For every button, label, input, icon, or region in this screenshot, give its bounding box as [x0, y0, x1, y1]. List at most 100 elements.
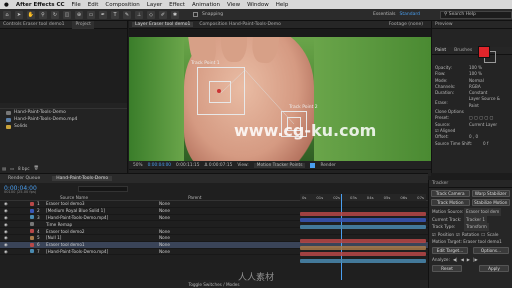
menu-effect[interactable]: Effect	[169, 2, 185, 8]
layer-visibility-icon[interactable]: ◉	[4, 229, 8, 234]
rotation-checkbox[interactable]: ☑	[456, 231, 460, 239]
warp-stabilizer-button[interactable]: Warp Stabilizer	[471, 190, 510, 197]
layer-parent-dropdown[interactable]: None	[159, 235, 199, 240]
new-folder-icon[interactable]: ▭	[10, 166, 14, 171]
tab-preview[interactable]: Preview	[435, 22, 453, 27]
analyze-backward-icon[interactable]: ◀	[461, 257, 464, 262]
layer-visibility-icon[interactable]: ◉	[4, 235, 8, 240]
tab-timeline-comp[interactable]: Hand-Paint-Tools-Demo	[52, 176, 113, 181]
out-point-timecode[interactable]: 0:00:11:15	[176, 163, 199, 168]
rotate-tool-icon[interactable]: ↻	[51, 10, 59, 19]
layer-parent-dropdown[interactable]: None	[159, 249, 199, 254]
trash-icon[interactable]: 🗑	[34, 165, 39, 171]
layer-visibility-icon[interactable]: ◉	[4, 249, 8, 254]
tab-render-queue[interactable]: Render Queue	[8, 176, 40, 181]
menu-window[interactable]: Window	[247, 2, 269, 8]
layer-duration-bar[interactable]	[300, 238, 426, 243]
app-menu[interactable]: After Effects CC	[16, 2, 65, 8]
layer-duration-bar[interactable]	[300, 218, 426, 223]
project-item[interactable]: Hand-Paint-Tools-Demo	[0, 109, 127, 116]
menu-file[interactable]: File	[72, 2, 81, 8]
layer-duration-bar[interactable]	[300, 252, 426, 257]
roto-brush-tool-icon[interactable]: ✐	[159, 10, 167, 19]
selection-tool-icon[interactable]: ➤	[15, 10, 23, 19]
menu-edit[interactable]: Edit	[88, 2, 99, 8]
foreground-color-swatch[interactable]	[478, 46, 490, 58]
tab-layer[interactable]: Layer Eraser tool demo1	[132, 22, 194, 27]
timeline-layer-row[interactable]: ◉ 1 Eraser tool demo3 None	[0, 201, 428, 208]
bpc-label[interactable]: 8 bpc	[18, 166, 30, 171]
layer-search-input[interactable]	[78, 185, 128, 192]
layer-visibility-icon[interactable]: ◉	[4, 201, 8, 206]
interpret-footage-icon[interactable]: ▤	[2, 166, 6, 171]
layer-visibility-icon[interactable]: ◉	[4, 222, 8, 227]
analyze-forward-icon[interactable]: ▶	[467, 257, 470, 262]
track-camera-button[interactable]: Track Camera	[431, 190, 470, 197]
layer-parent-dropdown[interactable]: None	[159, 208, 199, 213]
track-type-dropdown[interactable]: Transform	[464, 223, 489, 231]
edit-target-button[interactable]: Edit Target...	[432, 246, 468, 254]
layer-source-name[interactable]: [Hand-Paint-Tools-Demo.mp4]	[46, 249, 156, 254]
hand-tool-icon[interactable]: ✋	[27, 10, 35, 19]
tab-composition[interactable]: Composition Hand-Paint-Tools-Demo	[199, 22, 280, 27]
layer-visibility-icon[interactable]: ◉	[4, 208, 8, 213]
layer-source-name[interactable]: [Hand-Paint-Tools-Demo.mp4]	[46, 215, 156, 220]
layer-duration-bar[interactable]	[300, 245, 426, 250]
stabilize-motion-button[interactable]: Stabilize Motion	[471, 199, 510, 206]
brush-tool-icon[interactable]: ✎	[123, 10, 131, 19]
apply-button[interactable]: Apply	[479, 264, 509, 272]
snapping-checkbox[interactable]	[193, 12, 198, 17]
layer-source-name[interactable]: Eraser tool demo1	[46, 242, 156, 247]
eraser-tool-icon[interactable]: ◇	[147, 10, 155, 19]
tab-project[interactable]: Project	[72, 20, 94, 29]
layer-color-label[interactable]	[30, 208, 34, 213]
layer-duration-bar[interactable]	[300, 259, 426, 264]
current-track-dropdown[interactable]: Tracker 1	[464, 215, 488, 223]
layer-visibility-icon[interactable]: ◉	[4, 215, 8, 220]
layer-parent-dropdown[interactable]: None	[159, 242, 199, 247]
track-motion-button[interactable]: Track Motion	[431, 199, 470, 206]
reset-button[interactable]: Reset	[432, 264, 462, 272]
zoom-tool-icon[interactable]: ⚲	[39, 10, 47, 19]
source-time-shift-value[interactable]: 0 f	[483, 141, 488, 147]
layer-source-name[interactable]: Eraser tool demo3	[46, 201, 156, 206]
layer-color-label[interactable]	[30, 215, 34, 220]
layer-duration-bar[interactable]	[300, 225, 426, 230]
layer-parent-dropdown[interactable]: None	[159, 229, 199, 234]
tab-paint[interactable]: Paint	[435, 48, 446, 53]
motion-source-dropdown[interactable]: Eraser tool dem	[464, 208, 502, 216]
zoom-dropdown[interactable]: 50%	[133, 163, 143, 168]
layer-parent-dropdown[interactable]: None	[159, 215, 199, 220]
erase-dropdown[interactable]: Layer Source & Paint	[469, 96, 511, 109]
analyze-forward-frame-icon[interactable]: |▶	[473, 257, 478, 262]
search-help-input[interactable]: ⚲ Search Help	[440, 10, 512, 19]
analyze-back-frame-icon[interactable]: ◀|	[453, 257, 458, 262]
view-dropdown[interactable]: Motion Tracker Points	[253, 162, 306, 168]
workspace-essentials[interactable]: Essentials	[373, 12, 396, 17]
layer-color-label[interactable]	[30, 242, 34, 247]
project-item[interactable]: Hand-Paint-Tools-Demo.mp4	[0, 116, 127, 123]
tab-footage[interactable]: Footage (none)	[389, 22, 431, 27]
layer-visibility-icon[interactable]: ◉	[4, 242, 8, 247]
workspace-standard[interactable]: Standard	[400, 12, 420, 17]
pan-behind-tool-icon[interactable]: ⊕	[75, 10, 83, 19]
position-checkbox[interactable]: ☑	[432, 231, 436, 239]
layer-source-name[interactable]: [Medium Royal Blue Solid 1]	[46, 208, 156, 213]
layer-duration-bar[interactable]	[300, 211, 426, 216]
clone-stamp-tool-icon[interactable]: ⊥	[135, 10, 143, 19]
toggle-switches-modes[interactable]: Toggle Switches / Modes	[188, 282, 239, 287]
layer-parent-dropdown[interactable]: None	[159, 201, 199, 206]
home-icon[interactable]: ⌂	[3, 10, 11, 19]
tab-brushes[interactable]: Brushes	[454, 48, 472, 53]
scale-checkbox[interactable]: ☐	[481, 231, 485, 239]
apple-menu-icon[interactable]: ●	[4, 2, 9, 8]
puppet-tool-icon[interactable]: ✱	[171, 10, 179, 19]
menu-composition[interactable]: Composition	[105, 2, 139, 8]
rectangle-tool-icon[interactable]: ▭	[87, 10, 95, 19]
layer-color-label[interactable]	[30, 235, 34, 240]
source-dropdown[interactable]: Current Layer	[469, 122, 497, 128]
pen-tool-icon[interactable]: ✒	[99, 10, 107, 19]
layer-color-label[interactable]	[30, 249, 34, 254]
menu-view[interactable]: View	[227, 2, 240, 8]
in-point-timecode[interactable]: 0:00:04:00	[148, 163, 171, 168]
